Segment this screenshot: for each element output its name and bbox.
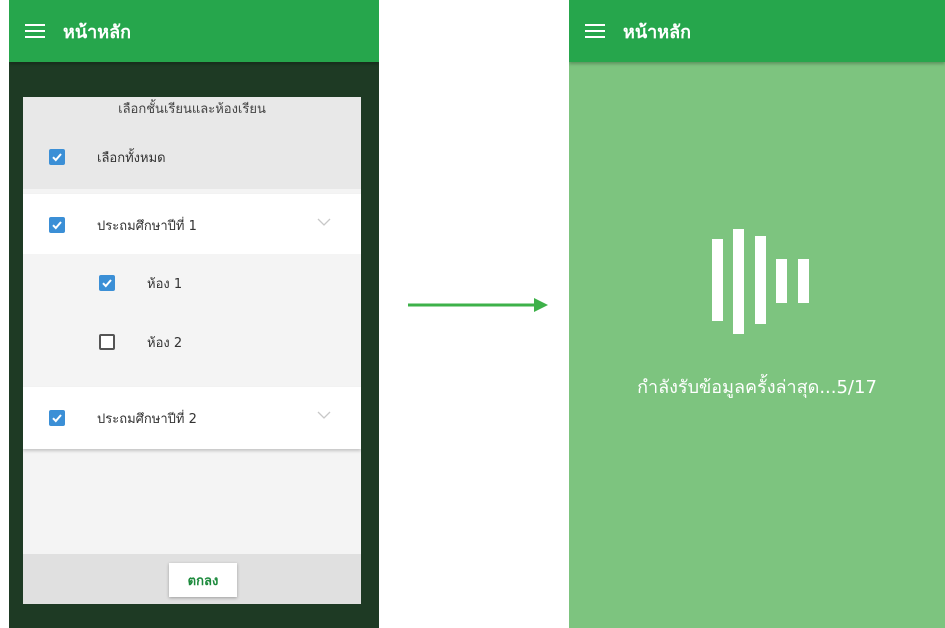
checkbox-checked-icon[interactable] xyxy=(99,275,115,291)
checkbox-unchecked-icon[interactable] xyxy=(99,334,115,350)
left-phone-screen: หน้าหลัก เลือกชั้นเรียนและห้องเรียน เลือ… xyxy=(9,0,379,628)
grade-row-2[interactable]: ประถมศึกษาปีที่ 2 xyxy=(23,387,361,449)
arrow-right-icon xyxy=(408,298,548,312)
loading-bars-icon xyxy=(712,229,812,334)
dialog-title: เลือกชั้นเรียนและห้องเรียน xyxy=(23,97,361,125)
checkbox-checked-icon[interactable] xyxy=(49,149,65,165)
loading-bar xyxy=(733,229,744,334)
grade-row-1[interactable]: ประถมศึกษาปีที่ 1 xyxy=(23,194,361,256)
app-bar: หน้าหลัก xyxy=(9,0,379,62)
app-bar: หน้าหลัก xyxy=(569,0,945,62)
loading-status-text: กำลังรับข้อมูลครั้งล่าสุด...5/17 xyxy=(637,377,877,398)
hamburger-menu-icon[interactable] xyxy=(25,20,45,42)
select-all-row[interactable]: เลือกทั้งหมด xyxy=(23,125,361,189)
room-label: ห้อง 1 xyxy=(147,276,183,292)
app-bar-title: หน้าหลัก xyxy=(63,21,132,43)
grade-label: ประถมศึกษาปีที่ 1 xyxy=(97,218,197,234)
room-label: ห้อง 2 xyxy=(147,335,183,351)
class-selection-dialog: เลือกชั้นเรียนและห้องเรียน เลือกทั้งหมด … xyxy=(23,97,361,604)
grade-label: ประถมศึกษาปีที่ 2 xyxy=(97,411,197,427)
loading-bar xyxy=(712,239,723,321)
checkbox-checked-icon[interactable] xyxy=(49,217,65,233)
loading-bar xyxy=(776,259,787,303)
hamburger-menu-icon[interactable] xyxy=(585,20,605,42)
loading-bar xyxy=(755,236,766,324)
checkbox-checked-icon[interactable] xyxy=(49,410,65,426)
chevron-down-icon[interactable] xyxy=(317,218,331,226)
right-phone-screen: หน้าหลัก กำลังรับข้อมูลครั้งล่าสุด...5/1… xyxy=(569,0,945,628)
app-bar-title: หน้าหลัก xyxy=(623,21,692,43)
ok-button[interactable]: ตกลง xyxy=(169,563,237,597)
room-row-2[interactable]: ห้อง 2 xyxy=(23,313,361,371)
loading-bar xyxy=(798,259,809,303)
chevron-down-icon[interactable] xyxy=(317,411,331,419)
dialog-footer: ตกลง xyxy=(23,554,361,604)
select-all-label: เลือกทั้งหมด xyxy=(97,150,166,166)
room-row-1[interactable]: ห้อง 1 xyxy=(23,254,361,312)
